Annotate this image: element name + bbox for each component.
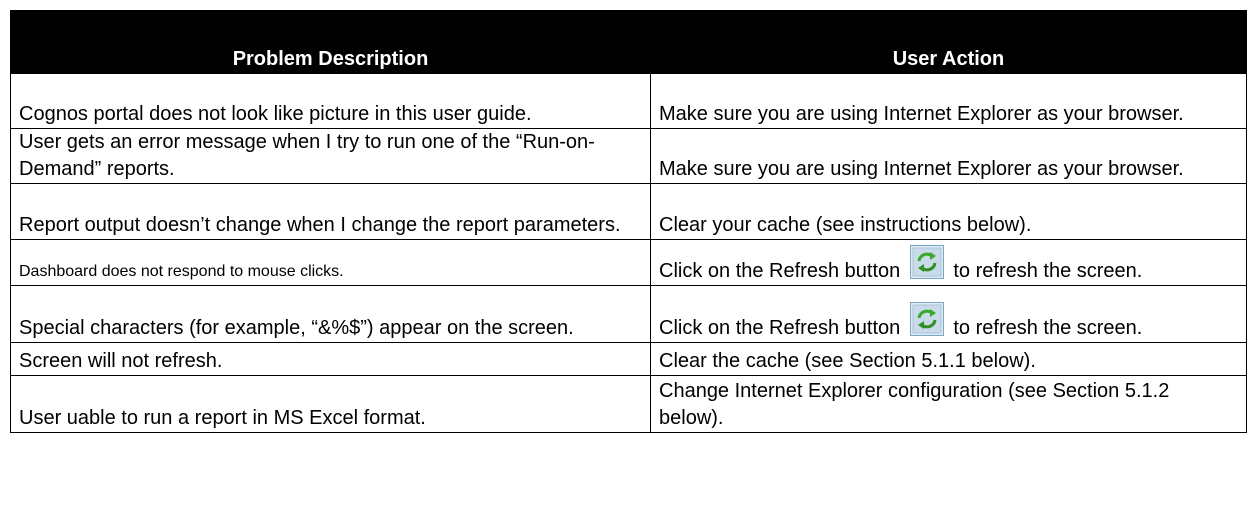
header-problem-description: Problem Description — [10, 10, 651, 74]
refresh-icon — [910, 245, 944, 279]
action-cell: Make sure you are using Internet Explore… — [650, 73, 1247, 129]
problem-cell: Cognos portal does not look like picture… — [10, 73, 651, 129]
action-text-after: to refresh the screen. — [953, 260, 1143, 282]
table-row: Screen will not refresh. Clear the cache… — [10, 342, 1247, 376]
table-row: Special characters (for example, “&%$”) … — [10, 285, 1247, 343]
refresh-icon — [910, 302, 944, 336]
action-cell: Click on the Refresh button to refresh t… — [650, 285, 1247, 343]
header-user-action: User Action — [650, 10, 1247, 74]
action-cell: Click on the Refresh button to refresh t… — [650, 239, 1247, 286]
table-row: Dashboard does not respond to mouse clic… — [10, 239, 1247, 286]
table-row: User uable to run a report in MS Excel f… — [10, 375, 1247, 433]
problem-cell: Dashboard does not respond to mouse clic… — [10, 239, 651, 286]
problem-cell: Report output doesn’t change when I chan… — [10, 183, 651, 240]
problem-cell: Special characters (for example, “&%$”) … — [10, 285, 651, 343]
troubleshooting-table-container: Problem Description User Action Cognos p… — [10, 10, 1247, 433]
table-row: Cognos portal does not look like picture… — [10, 73, 1247, 129]
action-cell: Clear your cache (see instructions below… — [650, 183, 1247, 240]
troubleshooting-table: Problem Description User Action Cognos p… — [10, 10, 1247, 433]
action-text-after: to refresh the screen. — [953, 317, 1143, 339]
action-cell: Make sure you are using Internet Explore… — [650, 128, 1247, 184]
problem-cell: User gets an error message when I try to… — [10, 128, 651, 184]
problem-cell: Screen will not refresh. — [10, 342, 651, 376]
table-row: Report output doesn’t change when I chan… — [10, 183, 1247, 240]
table-row: User gets an error message when I try to… — [10, 128, 1247, 184]
action-text-before: Click on the Refresh button — [659, 317, 901, 339]
action-cell: Change Internet Explorer configuration (… — [650, 375, 1247, 433]
action-text-before: Click on the Refresh button — [659, 260, 901, 282]
problem-cell: User uable to run a report in MS Excel f… — [10, 375, 651, 433]
table-header-row: Problem Description User Action — [10, 10, 1247, 74]
action-cell: Clear the cache (see Section 5.1.1 below… — [650, 342, 1247, 376]
